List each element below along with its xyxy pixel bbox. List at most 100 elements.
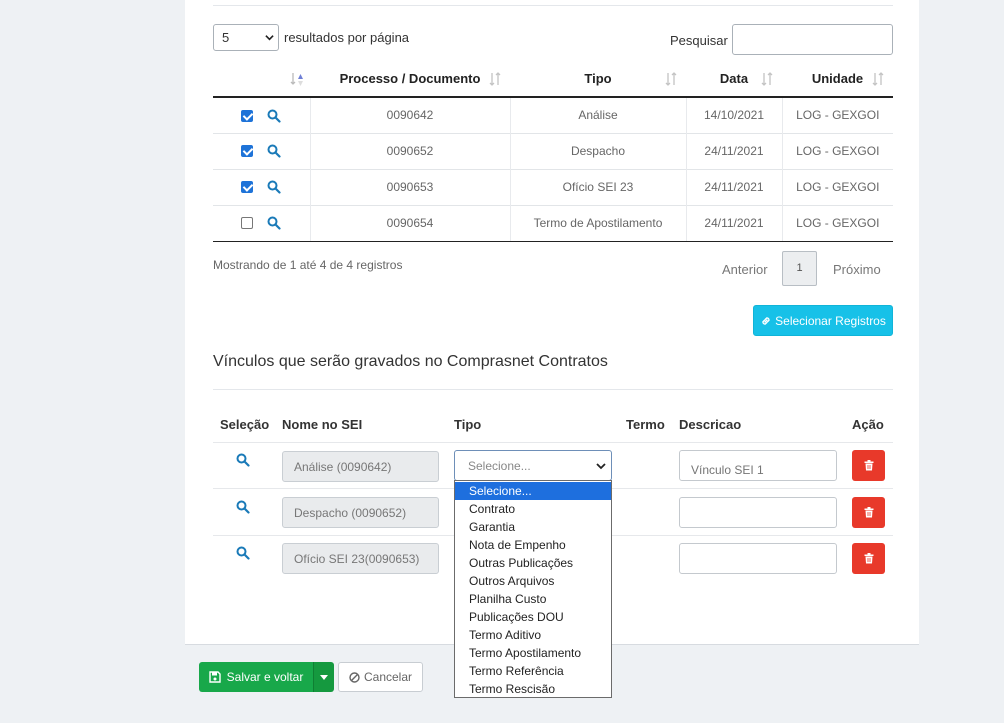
dropdown-option[interactable]: Contrato: [455, 500, 611, 518]
cell-unidade: LOG - GEXGOI: [781, 168, 893, 205]
page-length-value: 5: [222, 30, 230, 45]
search-label: Pesquisar: [670, 33, 728, 48]
column-header-descricao: Descricao: [679, 417, 742, 432]
cell-unidade: LOG - GEXGOI: [781, 96, 893, 133]
table-row: 0090653 Ofício SEI 23 24/11/2021 LOG - GEXG…: [213, 168, 893, 205]
select-records-button[interactable]: Selecionar Registros: [753, 305, 893, 336]
table-info: Mostrando de 1 até 4 de 4 registros: [213, 258, 403, 272]
trash-icon: [864, 507, 873, 518]
search-icon[interactable]: [236, 546, 250, 560]
dropdown-option[interactable]: Outros Arquivos: [455, 572, 611, 590]
dropdown-option[interactable]: Garantia: [455, 518, 611, 536]
save-button[interactable]: Salvar e voltar: [199, 662, 313, 692]
pagination-page-1[interactable]: 1: [782, 251, 817, 286]
divider: [213, 5, 893, 6]
pagination-next[interactable]: Próximo: [833, 262, 881, 277]
column-header-termo: Termo: [626, 417, 665, 432]
dropdown-option[interactable]: Termo Referência: [455, 662, 611, 680]
cell-processo: 0090642: [309, 96, 510, 133]
row-checkbox[interactable]: [241, 181, 254, 194]
row-actions: [213, 132, 310, 169]
records-table: Processo / Documento Tipo Data Unidade 0…: [213, 60, 893, 242]
table-row: 0090642 Análise 14/10/2021 LOG - GEXGOI: [213, 96, 893, 133]
cell-data: 24/11/2021: [685, 168, 782, 205]
page-length-label: resultados por página: [284, 30, 410, 45]
row-checkbox[interactable]: [241, 217, 254, 230]
column-header-tipo[interactable]: Tipo: [510, 60, 686, 98]
search-icon[interactable]: [236, 500, 250, 514]
nome-sei-field: Despacho (0090652): [282, 497, 439, 528]
chevron-down-icon: [596, 463, 606, 470]
caret-down-icon: [320, 674, 328, 680]
search-input[interactable]: [732, 24, 893, 55]
sort-icon: [761, 72, 773, 86]
delete-button[interactable]: [852, 543, 885, 574]
nome-sei-field: Ofício SEI 23(0090653): [282, 543, 439, 574]
cell-processo: 0090654: [309, 204, 510, 242]
column-header-select[interactable]: [213, 60, 310, 98]
pagination-prev[interactable]: Anterior: [722, 262, 768, 277]
cell-processo: 0090653: [309, 168, 510, 205]
sort-asc-icon: [290, 73, 303, 86]
row-checkbox[interactable]: [241, 145, 254, 158]
cell-processo: 0090652: [309, 132, 510, 169]
column-header-data[interactable]: Data: [686, 60, 782, 98]
dropdown-option[interactable]: Selecione...: [455, 482, 611, 500]
cell-tipo: Ofício SEI 23: [509, 168, 686, 205]
cell-data: 14/10/2021: [685, 96, 782, 133]
delete-button[interactable]: [852, 497, 885, 528]
row-checkbox[interactable]: [241, 109, 254, 122]
cell-data: 24/11/2021: [685, 204, 782, 242]
dropdown-option[interactable]: Planilha Custo: [455, 590, 611, 608]
dropdown-option[interactable]: Termo Rescisão: [455, 680, 611, 698]
descricao-input[interactable]: [679, 450, 837, 481]
dropdown-option[interactable]: Termo Apostilamento: [455, 644, 611, 662]
row-actions: [213, 204, 310, 242]
ban-icon: [349, 671, 360, 683]
search-icon[interactable]: [267, 144, 281, 159]
save-options-toggle[interactable]: [313, 662, 334, 692]
cell-tipo: Análise: [509, 96, 686, 133]
descricao-input[interactable]: [679, 497, 837, 528]
cell-unidade: LOG - GEXGOI: [781, 132, 893, 169]
column-header-unidade[interactable]: Unidade: [782, 60, 893, 98]
divider: [213, 389, 893, 390]
sort-icon: [489, 72, 501, 86]
sort-icon: [872, 72, 884, 86]
descricao-input[interactable]: [679, 543, 837, 574]
column-header-nome: Nome no SEI: [282, 417, 363, 432]
page-length-select[interactable]: 5: [213, 24, 279, 51]
floppy-disk-icon: [208, 671, 221, 683]
trash-icon: [864, 460, 873, 471]
nome-sei-field: Análise (0090642): [282, 451, 439, 482]
tipo-dropdown-list: Selecione... Contrato Garantia Nota de Empe…: [454, 480, 612, 698]
tipo-select[interactable]: Selecione...: [454, 450, 612, 481]
row-actions: [213, 168, 310, 205]
cell-tipo: Despacho: [509, 132, 686, 169]
dropdown-option[interactable]: Publicações DOU: [455, 608, 611, 626]
cell-unidade: LOG - GEXGOI: [781, 204, 893, 242]
column-header-acao: Ação: [852, 417, 884, 432]
cancel-button[interactable]: Cancelar: [338, 662, 423, 692]
chevron-down-icon: [265, 35, 274, 41]
dropdown-option[interactable]: Termo Aditivo: [455, 626, 611, 644]
column-header-tipo: Tipo: [454, 417, 482, 432]
search-icon[interactable]: [267, 216, 281, 231]
dropdown-option[interactable]: Outras Publicações: [455, 554, 611, 572]
link-icon: [762, 316, 770, 325]
section-title: Vínculos que serão gravados no Comprasne…: [213, 353, 608, 370]
cell-tipo: Termo de Apostilamento: [509, 204, 686, 242]
row-actions: [213, 96, 310, 133]
column-header-selecao: Seleção: [220, 417, 270, 432]
delete-button[interactable]: [852, 450, 885, 481]
search-icon[interactable]: [267, 180, 281, 195]
search-icon[interactable]: [236, 453, 250, 467]
row-divider: [213, 442, 893, 443]
search-icon[interactable]: [267, 109, 281, 123]
dropdown-option[interactable]: Nota de Empenho: [455, 536, 611, 554]
cell-data: 24/11/2021: [685, 132, 782, 169]
sort-icon: [665, 72, 677, 86]
table-row: 0090652 Despacho 24/11/2021 LOG - GEXGOI: [213, 132, 893, 169]
column-header-processo[interactable]: Processo / Documento: [310, 60, 510, 98]
trash-icon: [864, 553, 873, 564]
